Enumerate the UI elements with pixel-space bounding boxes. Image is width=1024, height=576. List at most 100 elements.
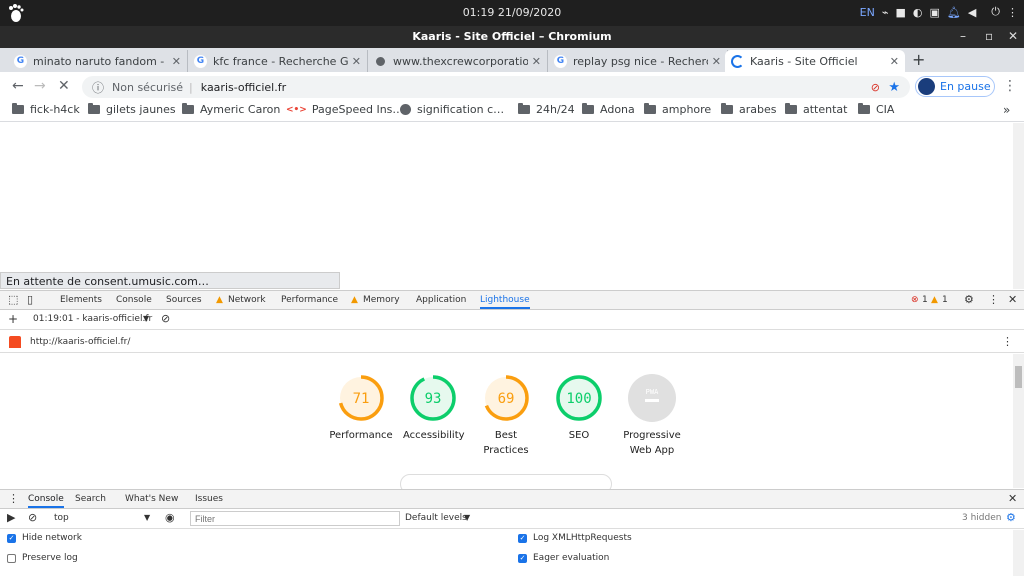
bookmark-star-icon[interactable]: ★	[888, 80, 900, 95]
close-tab-icon[interactable]: ✕	[890, 55, 899, 68]
close-tab-icon[interactable]: ✕	[712, 55, 721, 68]
close-drawer-icon[interactable]: ✕	[1008, 492, 1017, 505]
page-scrollbar[interactable]	[1013, 123, 1024, 289]
close-devtools-icon[interactable]: ✕	[1008, 293, 1017, 306]
context-select[interactable]: top	[54, 513, 69, 523]
bookmark-item[interactable]: signification c…	[400, 103, 504, 116]
drawer-tab-console[interactable]: Console	[28, 494, 64, 508]
page-viewport[interactable]	[0, 123, 1024, 289]
menu-icon[interactable]: ⋮	[1007, 6, 1018, 19]
tab-network[interactable]: Network	[228, 295, 266, 305]
score-gauge-accessibility[interactable]: 93 Accessibility	[403, 374, 465, 443]
dropdown-arrow-icon[interactable]: ▼	[144, 513, 150, 522]
bookmark-item[interactable]: attentat	[785, 103, 847, 116]
drawer-scrollbar[interactable]	[1013, 530, 1024, 576]
tab-thexcrew[interactable]: www.thexcrewcorporation ✕	[368, 50, 548, 72]
bookmark-item[interactable]: arabes	[721, 103, 777, 116]
close-tab-icon[interactable]: ✕	[172, 55, 181, 68]
bookmark-item[interactable]: 24h/24	[518, 103, 575, 116]
close-tab-icon[interactable]: ✕	[532, 55, 541, 68]
drawer-tab-issues[interactable]: Issues	[195, 494, 223, 504]
bookmark-item[interactable]: CIA	[858, 103, 894, 116]
more-bookmarks-icon[interactable]: »	[1003, 103, 1010, 117]
eye-icon[interactable]: ◉	[165, 511, 175, 524]
device-toolbar-icon[interactable]: ▯	[27, 293, 33, 306]
log-levels-select[interactable]: Default levels	[405, 513, 467, 523]
clear-reports-icon[interactable]: ⊘	[161, 312, 170, 325]
tab-minato-naruto[interactable]: G minato naruto fandom - R ✕	[8, 50, 188, 72]
tab-sources[interactable]: Sources	[166, 295, 202, 305]
tab-replay-psg[interactable]: G replay psg nice - Recherch ✕	[548, 50, 728, 72]
drawer-tab-search[interactable]: Search	[75, 494, 106, 504]
report-select[interactable]: 01:19:01 - kaaris-officiel.fr	[33, 314, 152, 324]
bookmark-item[interactable]: fick-h4ck	[12, 103, 80, 116]
checkbox-unchecked-icon[interactable]	[7, 553, 16, 563]
forward-icon[interactable]: →	[34, 78, 46, 94]
tab-performance[interactable]: Performance	[281, 295, 338, 305]
address-bar[interactable]: ⓘ Non sécurisé | kaaris-officiel.fr ⊘ ★	[82, 76, 910, 98]
stop-loading-icon[interactable]: ✕	[58, 78, 70, 94]
browser-menu-icon[interactable]: ⋮	[1003, 78, 1017, 94]
error-count[interactable]: 1	[922, 295, 928, 305]
score-gauge-seo[interactable]: 100 SEO	[549, 374, 609, 443]
hide-network-checkbox[interactable]: ✓ Hide network	[7, 533, 82, 543]
keyboard-layout-indicator[interactable]: EN	[860, 6, 875, 19]
minimize-button[interactable]: –	[960, 29, 966, 43]
checkbox-checked-icon[interactable]: ✓	[7, 533, 16, 543]
bookmark-item[interactable]: amphore	[644, 103, 711, 116]
clear-console-icon[interactable]: ⊘	[28, 511, 37, 524]
inspect-element-icon[interactable]: ⬚	[8, 293, 18, 306]
scrollbar-thumb[interactable]	[1015, 366, 1022, 388]
tab-kaaris[interactable]: Kaaris - Site Officiel ✕	[725, 50, 905, 72]
score-gauge-best-practices[interactable]: 69 Best Practices	[476, 374, 536, 458]
volume-icon[interactable]: ◀	[968, 6, 976, 19]
url-text[interactable]: kaaris-officiel.fr	[201, 81, 286, 94]
blocked-content-icon[interactable]: ⊘	[871, 81, 880, 94]
sidebar-toggle-icon[interactable]: ▶	[7, 511, 15, 524]
stop-icon[interactable]: ■	[895, 6, 905, 19]
new-report-icon[interactable]: +	[8, 312, 18, 326]
tab-memory[interactable]: Memory	[363, 295, 400, 305]
eager-evaluation-checkbox[interactable]: ✓ Eager evaluation	[518, 553, 609, 563]
console-settings-gear-icon[interactable]: ⚙	[1006, 511, 1016, 524]
warning-icon: ▲	[931, 295, 938, 305]
tab-console[interactable]: Console	[116, 295, 152, 305]
log-xmlhttprequests-checkbox[interactable]: ✓ Log XMLHttpRequests	[518, 533, 632, 543]
checkbox-checked-icon[interactable]: ✓	[518, 553, 527, 563]
devtools-menu-icon[interactable]: ⋮	[988, 293, 999, 306]
tab-elements[interactable]: Elements	[60, 295, 102, 305]
network-off-icon[interactable]: ⌁	[882, 6, 889, 19]
back-icon[interactable]: ←	[12, 78, 24, 94]
tab-kfc-france[interactable]: G kfc france - Recherche Go ✕	[188, 50, 368, 72]
report-menu-icon[interactable]: ⋮	[1002, 335, 1013, 348]
warning-count[interactable]: 1	[942, 295, 948, 305]
bookmark-item[interactable]: <•> PageSpeed Ins…	[286, 103, 403, 116]
bookmark-item[interactable]: Aymeric Caron	[182, 103, 280, 116]
tab-lighthouse[interactable]: Lighthouse	[480, 295, 530, 309]
new-tab-button[interactable]: +	[912, 50, 925, 69]
console-filter-input[interactable]	[190, 511, 400, 526]
drawer-tab-whats-new[interactable]: What's New	[125, 494, 178, 504]
night-mode-icon[interactable]: ◐	[913, 6, 923, 19]
close-window-button[interactable]: ✕	[1008, 29, 1018, 43]
close-tab-icon[interactable]: ✕	[352, 55, 361, 68]
preserve-log-checkbox[interactable]: Preserve log	[7, 553, 78, 563]
monitor-icon[interactable]: ▣	[929, 6, 939, 19]
drawer-menu-icon[interactable]: ⋮	[8, 492, 19, 505]
checkbox-checked-icon[interactable]: ✓	[518, 533, 527, 543]
security-label: Non sécurisé	[112, 80, 184, 94]
report-scrollbar[interactable]	[1013, 354, 1024, 488]
info-icon[interactable]: ⓘ	[92, 79, 104, 96]
dropdown-arrow-icon[interactable]: ▼	[143, 314, 149, 323]
bell-icon[interactable]: 🔔︎	[947, 6, 961, 19]
bookmark-item[interactable]: gilets jaunes	[88, 103, 176, 116]
settings-gear-icon[interactable]: ⚙	[964, 293, 974, 306]
score-gauge-progressive-web-app[interactable]: PWA Progressive Web App	[622, 374, 682, 458]
dropdown-arrow-icon[interactable]: ▼	[464, 513, 470, 522]
score-gauge-performance[interactable]: 71 Performance	[329, 374, 393, 443]
tab-application[interactable]: Application	[416, 295, 466, 305]
profile-paused-button[interactable]: En pause	[915, 76, 995, 97]
maximize-button[interactable]: ▫	[985, 29, 993, 43]
bookmark-item[interactable]: Adona	[582, 103, 635, 116]
power-icon[interactable]: ⏻	[991, 5, 1000, 19]
